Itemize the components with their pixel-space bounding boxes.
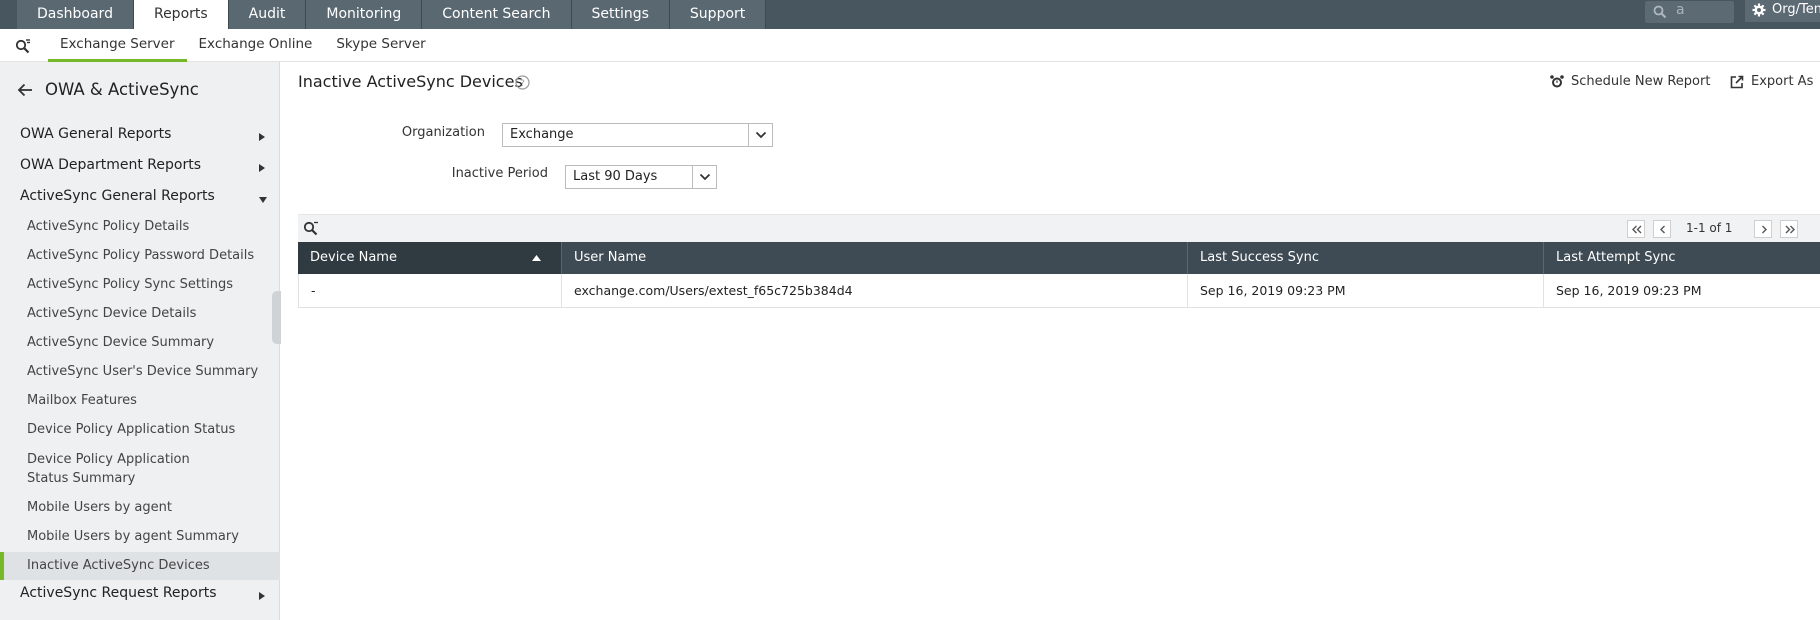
- back-arrow-icon[interactable]: [17, 83, 33, 97]
- column-header-user-name[interactable]: User Name: [562, 242, 1188, 274]
- global-search-input[interactable]: a: [1645, 1, 1734, 23]
- last-page-icon[interactable]: [1780, 220, 1798, 238]
- export-icon: [1730, 75, 1744, 88]
- sub-nav-items: Exchange Server Exchange Online Skype Se…: [48, 29, 438, 62]
- next-page-icon[interactable]: [1754, 220, 1772, 238]
- tab-audit[interactable]: Audit: [228, 0, 307, 29]
- sidebar-category-activesync-request[interactable]: ActiveSync Request Reports: [20, 585, 217, 601]
- tab-settings[interactable]: Settings: [571, 0, 670, 29]
- organization-value: Exchange: [510, 127, 574, 142]
- sidebar-category-activesync-general[interactable]: ActiveSync General Reports: [20, 188, 215, 204]
- inactive-period-value: Last 90 Days: [573, 169, 658, 184]
- chevron-down-icon[interactable]: [748, 124, 772, 146]
- tab-reports[interactable]: Reports: [133, 0, 229, 29]
- table-header: Device Name User Name Last Success Sync …: [298, 242, 1820, 274]
- export-as-label: Export As: [1751, 74, 1814, 89]
- sidebar-item-device-policy-application-status[interactable]: Device Policy Application Status: [27, 420, 267, 439]
- sidebar-item-activesync-policy-password-details[interactable]: ActiveSync Policy Password Details: [27, 246, 267, 265]
- sidebar-item-activesync-policy-details[interactable]: ActiveSync Policy Details: [27, 217, 267, 236]
- schedule-new-report-button[interactable]: Schedule New Report: [1550, 74, 1710, 89]
- schedule-new-report-label: Schedule New Report: [1571, 74, 1711, 89]
- subnav-skype-server[interactable]: Skype Server: [324, 29, 437, 62]
- sidebar-item-activesync-policy-sync-settings[interactable]: ActiveSync Policy Sync Settings: [27, 275, 267, 294]
- help-icon[interactable]: ?: [515, 75, 530, 90]
- sub-nav: Exchange Server Exchange Online Skype Se…: [0, 29, 1820, 62]
- first-page-icon[interactable]: [1627, 220, 1645, 238]
- chevron-right-icon[interactable]: [259, 592, 265, 600]
- column-header-last-attempt-sync[interactable]: Last Attempt Sync: [1544, 242, 1820, 274]
- global-search-value: a: [1676, 2, 1685, 18]
- top-nav-tabs: Dashboard Reports Audit Monitoring Conte…: [17, 0, 767, 29]
- cell-user-name: exchange.com/Users/extest_f65c725b384d4: [562, 274, 1188, 308]
- sidebar-item-activesync-device-summary[interactable]: ActiveSync Device Summary: [27, 333, 267, 352]
- column-header-label: Device Name: [310, 250, 397, 265]
- tab-monitoring[interactable]: Monitoring: [306, 0, 423, 29]
- organization-label: Organization: [401, 125, 485, 140]
- inactive-period-label: Inactive Period: [451, 166, 548, 181]
- table-row[interactable]: - exchange.com/Users/extest_f65c725b384d…: [298, 274, 1820, 308]
- organization-select[interactable]: Exchange: [502, 123, 773, 147]
- export-as-button[interactable]: Export As: [1730, 74, 1813, 89]
- inactive-period-select[interactable]: Last 90 Days: [565, 165, 717, 189]
- column-header-last-success-sync[interactable]: Last Success Sync: [1188, 242, 1544, 274]
- org-tenant-button[interactable]: Org/Ten: [1745, 0, 1820, 22]
- subnav-exchange-online[interactable]: Exchange Online: [187, 29, 325, 62]
- org-tenant-label: Org/Ten: [1772, 2, 1820, 17]
- subnav-exchange-server[interactable]: Exchange Server: [48, 29, 187, 62]
- table-search-icon[interactable]: [303, 221, 319, 236]
- sidebar-category-owa-department[interactable]: OWA Department Reports: [20, 157, 201, 173]
- column-header-label: Last Attempt Sync: [1556, 250, 1676, 265]
- column-header-device-name[interactable]: Device Name: [298, 242, 562, 274]
- tab-support[interactable]: Support: [669, 0, 767, 29]
- cell-device-name: -: [298, 274, 562, 308]
- search-icon: [1653, 5, 1667, 19]
- page-title: Inactive ActiveSync Devices: [298, 72, 523, 91]
- chevron-right-icon[interactable]: [259, 164, 265, 172]
- gear-icon: [1752, 3, 1766, 17]
- sidebar-item-inactive-activesync-devices[interactable]: Inactive ActiveSync Devices: [27, 556, 267, 575]
- cell-last-success-sync: Sep 16, 2019 09:23 PM: [1188, 274, 1544, 308]
- sidebar-item-mailbox-features[interactable]: Mailbox Features: [27, 391, 267, 410]
- sidebar: OWA & ActiveSync OWA General Reports OWA…: [0, 62, 280, 620]
- sidebar-item-activesync-device-details[interactable]: ActiveSync Device Details: [27, 304, 267, 323]
- column-header-label: User Name: [574, 250, 647, 265]
- chevron-down-icon[interactable]: [259, 197, 267, 203]
- sidebar-item-device-policy-application-status-summary[interactable]: Device Policy Application Status Summary: [27, 450, 227, 488]
- previous-page-icon[interactable]: [1653, 220, 1671, 238]
- pagination-info: 1-1 of 1: [1686, 221, 1733, 235]
- top-nav: Dashboard Reports Audit Monitoring Conte…: [0, 0, 1820, 29]
- column-header-label: Last Success Sync: [1200, 250, 1320, 265]
- sort-ascending-icon[interactable]: [532, 255, 541, 261]
- sidebar-category-owa-general[interactable]: OWA General Reports: [20, 126, 171, 142]
- tab-content-search[interactable]: Content Search: [422, 0, 572, 29]
- sidebar-item-mobile-users-by-agent[interactable]: Mobile Users by agent: [27, 498, 267, 517]
- alarm-clock-icon: [1550, 74, 1564, 87]
- table-toolbar: 1-1 of 1: [298, 214, 1820, 242]
- sidebar-title: OWA & ActiveSync: [45, 80, 199, 99]
- search-settings-icon[interactable]: [15, 38, 31, 54]
- chevron-down-icon[interactable]: [692, 166, 716, 188]
- tab-dashboard[interactable]: Dashboard: [17, 0, 134, 29]
- sidebar-item-activesync-users-device-summary[interactable]: ActiveSync User's Device Summary: [27, 362, 267, 381]
- chevron-right-icon[interactable]: [259, 133, 265, 141]
- svg-text:?: ?: [520, 79, 525, 89]
- cell-last-attempt-sync: Sep 16, 2019 09:23 PM: [1556, 283, 1702, 298]
- sidebar-item-mobile-users-by-agent-summary[interactable]: Mobile Users by agent Summary: [27, 527, 267, 546]
- sidebar-collapse-handle[interactable]: [272, 291, 281, 344]
